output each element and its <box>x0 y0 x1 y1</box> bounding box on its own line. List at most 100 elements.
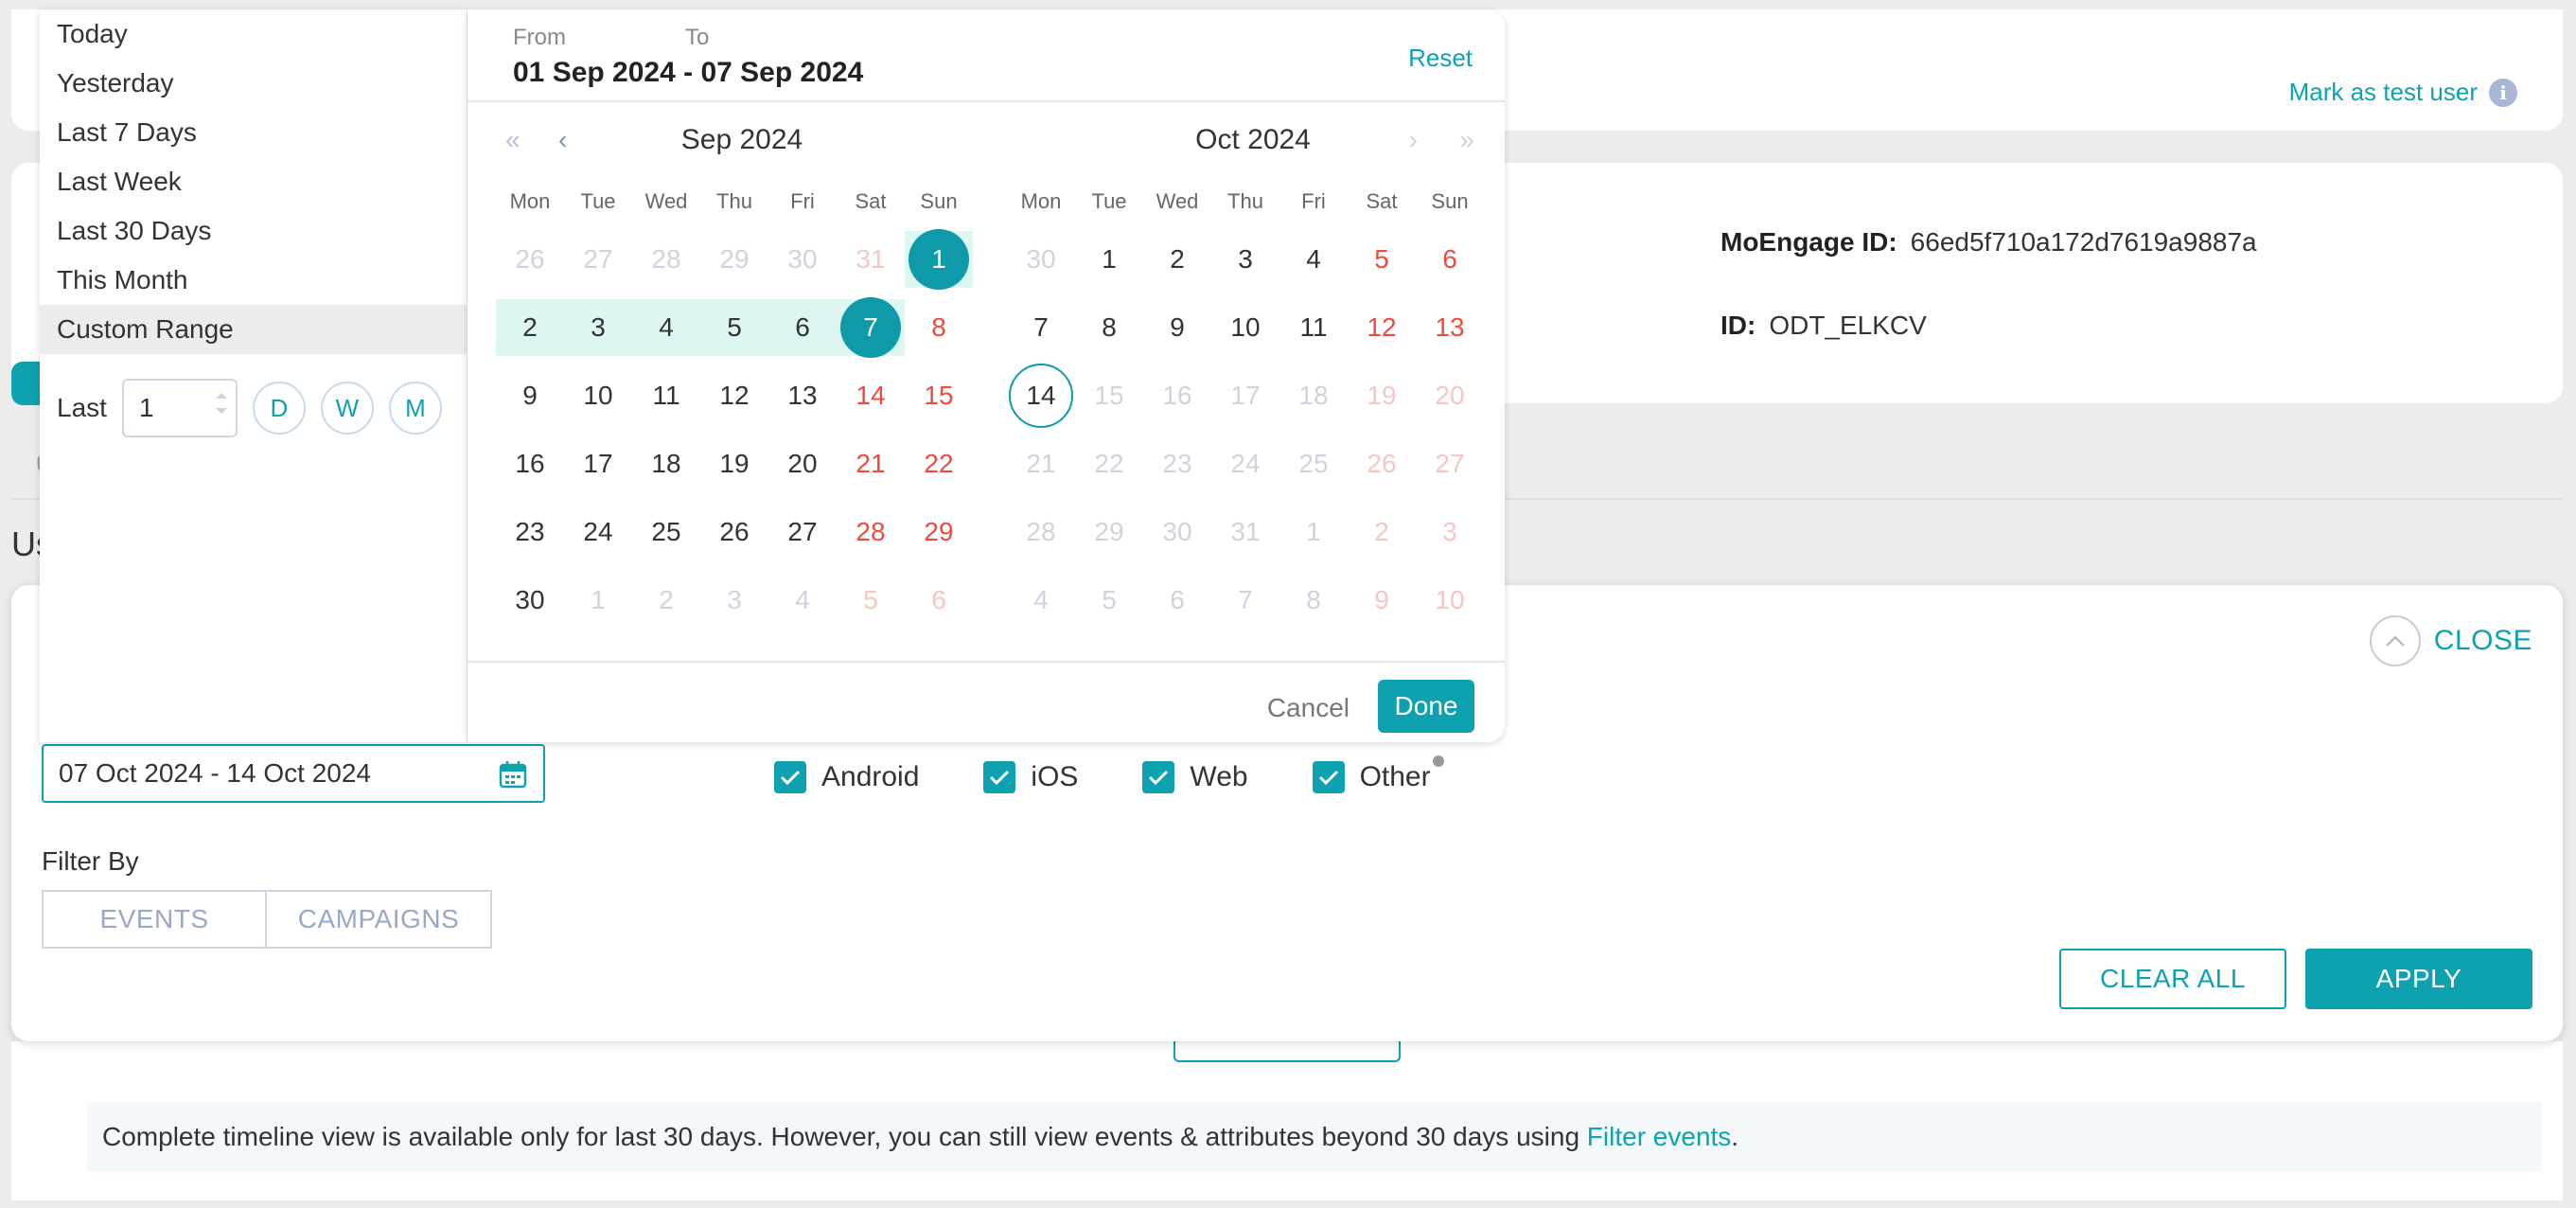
calendar-day[interactable]: 27 <box>768 498 837 566</box>
preset-item[interactable]: Last 7 Days <box>40 108 467 157</box>
calendar-day[interactable]: 5 <box>700 293 768 362</box>
unit-month-button[interactable]: M <box>388 382 442 435</box>
calendar-day[interactable]: 10 <box>564 362 632 430</box>
calendar-day[interactable]: 12 <box>700 362 768 430</box>
preset-item[interactable]: Custom Range <box>40 305 467 354</box>
calendar-day[interactable]: 8 <box>1075 293 1143 362</box>
mark-as-test-user-link[interactable]: Mark as test user i <box>2289 78 2517 107</box>
calendar-day[interactable]: 4 <box>768 566 837 634</box>
calendar-day[interactable]: 7 <box>1211 566 1279 634</box>
info-icon[interactable]: i <box>2489 78 2517 107</box>
calendar-day[interactable]: 5 <box>1348 225 1416 293</box>
calendar-day[interactable]: 18 <box>632 430 700 498</box>
calendar-day[interactable]: 31 <box>1211 498 1279 566</box>
preset-item[interactable]: Yesterday <box>40 59 467 108</box>
calendar-day[interactable]: 29 <box>700 225 768 293</box>
calendar-day[interactable]: 28 <box>1007 498 1075 566</box>
calendar-day[interactable]: 10 <box>1416 566 1484 634</box>
calendar-day[interactable]: 6 <box>1416 225 1484 293</box>
preset-item[interactable]: Today <box>40 9 467 59</box>
calendar-day[interactable]: 31 <box>837 225 905 293</box>
calendar-day[interactable]: 6 <box>768 293 837 362</box>
calendar-day[interactable]: 2 <box>496 293 564 362</box>
calendar-day[interactable]: 19 <box>700 430 768 498</box>
preset-item[interactable]: Last Week <box>40 157 467 206</box>
platform-other[interactable]: Other <box>1312 755 1444 793</box>
calendar-day[interactable]: 2 <box>1348 498 1416 566</box>
calendar-day[interactable]: 5 <box>1075 566 1143 634</box>
checkbox-checked-icon[interactable] <box>983 761 1016 793</box>
calendar-icon[interactable] <box>498 759 528 796</box>
close-filter-button[interactable]: CLOSE <box>2369 615 2532 666</box>
calendar-day[interactable]: 23 <box>496 498 564 566</box>
calendar-day[interactable]: 27 <box>1416 430 1484 498</box>
calendar-day[interactable]: 4 <box>1279 225 1348 293</box>
calendar-day[interactable]: 29 <box>905 498 973 566</box>
calendar-day[interactable]: 4 <box>1007 566 1075 634</box>
preset-item[interactable]: This Month <box>40 256 467 305</box>
reset-link[interactable]: Reset <box>1408 44 1473 73</box>
calendar-day[interactable]: 30 <box>496 566 564 634</box>
calendar-day[interactable]: 8 <box>905 293 973 362</box>
calendar-day[interactable]: 11 <box>1279 293 1348 362</box>
last-n-input[interactable]: 1 <box>121 379 238 437</box>
clear-all-button[interactable]: CLEAR ALL <box>2059 949 2286 1009</box>
calendar-day[interactable]: 1 <box>1279 498 1348 566</box>
calendar-day[interactable]: 11 <box>632 362 700 430</box>
calendar-day[interactable]: 19 <box>1348 362 1416 430</box>
calendar-day[interactable]: 8 <box>1279 566 1348 634</box>
calendar-day[interactable]: 15 <box>905 362 973 430</box>
calendar-day[interactable]: 17 <box>1211 362 1279 430</box>
calendar-day[interactable]: 2 <box>632 566 700 634</box>
calendar-day[interactable]: 13 <box>768 362 837 430</box>
calendar-day[interactable]: 26 <box>700 498 768 566</box>
calendar-day[interactable]: 26 <box>1348 430 1416 498</box>
calendar-day[interactable]: 28 <box>632 225 700 293</box>
calendar-day[interactable]: 30 <box>1143 498 1211 566</box>
stepper-arrows-icon[interactable] <box>215 392 228 415</box>
calendar-day[interactable]: 16 <box>496 430 564 498</box>
segment-events[interactable]: EVENTS <box>42 890 267 949</box>
next-year-icon[interactable]: » <box>1459 125 1474 155</box>
prev-year-icon[interactable]: « <box>505 125 520 155</box>
unit-day-button[interactable]: D <box>252 382 306 435</box>
calendar-day[interactable]: 24 <box>564 498 632 566</box>
cancel-button[interactable]: Cancel <box>1267 693 1350 723</box>
calendar-day[interactable]: 6 <box>905 566 973 634</box>
calendar-day[interactable]: 4 <box>632 293 700 362</box>
calendar-day[interactable]: 12 <box>1348 293 1416 362</box>
platform-web[interactable]: Web <box>1142 761 1248 793</box>
calendar-day[interactable]: 3 <box>1211 225 1279 293</box>
calendar-day[interactable]: 16 <box>1143 362 1211 430</box>
calendar-day[interactable]: 9 <box>1348 566 1416 634</box>
calendar-day[interactable]: 30 <box>1007 225 1075 293</box>
calendar-day[interactable]: 25 <box>1279 430 1348 498</box>
calendar-day[interactable]: 26 <box>496 225 564 293</box>
calendar-day[interactable]: 1 <box>1075 225 1143 293</box>
calendar-day[interactable]: 27 <box>564 225 632 293</box>
calendar-day[interactable]: 3 <box>1416 498 1484 566</box>
calendar-day[interactable]: 1 <box>905 225 973 293</box>
calendar-day[interactable]: 7 <box>1007 293 1075 362</box>
calendar-day[interactable]: 22 <box>1075 430 1143 498</box>
calendar-day[interactable]: 25 <box>632 498 700 566</box>
calendar-day[interactable]: 7 <box>837 293 905 362</box>
calendar-day[interactable]: 21 <box>837 430 905 498</box>
filter-events-link[interactable]: Filter events <box>1587 1122 1732 1152</box>
calendar-day[interactable]: 17 <box>564 430 632 498</box>
segment-campaigns[interactable]: CAMPAIGNS <box>267 890 492 949</box>
calendar-day[interactable]: 6 <box>1143 566 1211 634</box>
calendar-day[interactable]: 15 <box>1075 362 1143 430</box>
calendar-day[interactable]: 9 <box>1143 293 1211 362</box>
calendar-day[interactable]: 30 <box>768 225 837 293</box>
calendar-day[interactable]: 23 <box>1143 430 1211 498</box>
prev-month-icon[interactable]: ‹ <box>558 125 567 155</box>
calendar-day[interactable]: 24 <box>1211 430 1279 498</box>
checkbox-checked-icon[interactable] <box>1142 761 1175 793</box>
calendar-day[interactable]: 21 <box>1007 430 1075 498</box>
platform-ios[interactable]: iOS <box>983 761 1078 793</box>
unit-week-button[interactable]: W <box>320 382 374 435</box>
platform-android[interactable]: Android <box>774 761 919 793</box>
calendar-day[interactable]: 28 <box>837 498 905 566</box>
calendar-day[interactable]: 14 <box>1007 362 1075 430</box>
